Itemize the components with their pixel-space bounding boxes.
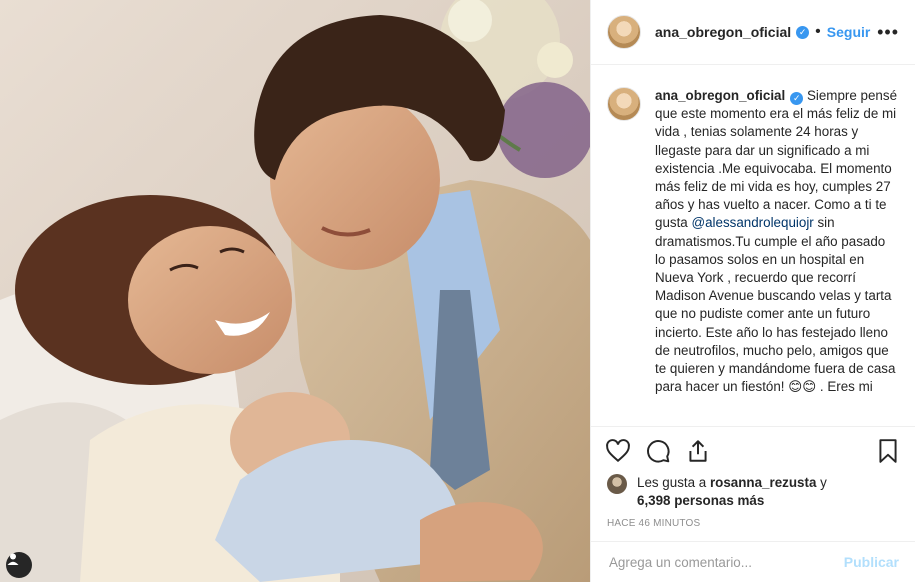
- caption-text: ana_obregon_oficial ✓ Siempre pensé que e…: [655, 87, 899, 426]
- username-link[interactable]: ana_obregon_oficial: [655, 24, 791, 40]
- avatar[interactable]: [607, 15, 641, 49]
- post-side-panel: ana_obregon_oficial ✓ • Seguir ••• ana_o…: [590, 0, 915, 582]
- more-options-icon[interactable]: •••: [877, 22, 899, 43]
- share-icon[interactable]: [685, 438, 711, 464]
- caption-block: ana_obregon_oficial ✓ Siempre pensé que e…: [591, 65, 915, 426]
- comment-bar: Publicar: [591, 541, 915, 582]
- comment-input[interactable]: [607, 553, 844, 571]
- bookmark-icon[interactable]: [875, 438, 901, 464]
- liker-avatar[interactable]: [607, 474, 627, 494]
- post-header: ana_obregon_oficial ✓ • Seguir •••: [591, 0, 915, 65]
- separator-dot: •: [815, 23, 821, 40]
- heart-icon[interactable]: [605, 438, 631, 464]
- publish-button[interactable]: Publicar: [844, 554, 899, 570]
- caption-avatar[interactable]: [607, 87, 641, 121]
- caption-part-1: Siempre pensé que este momento era el má…: [655, 88, 898, 231]
- liker-username-link[interactable]: rosanna_rezusta: [710, 475, 816, 490]
- caption-part-2: sin dramatismos.Tu cumple el año pasado …: [655, 215, 896, 395]
- instagram-post: ana_obregon_oficial ✓ • Seguir ••• ana_o…: [0, 0, 915, 582]
- likes-text: Les gusta a rosanna_rezusta y 6,398 pers…: [637, 474, 827, 510]
- verified-badge-icon: ✓: [790, 91, 804, 105]
- comment-icon[interactable]: [645, 438, 671, 464]
- likes-prefix: Les gusta a: [637, 475, 710, 490]
- caption-username-link[interactable]: ana_obregon_oficial: [655, 88, 785, 103]
- likes-middle: y: [816, 475, 827, 490]
- follow-button[interactable]: Seguir: [827, 24, 871, 40]
- verified-badge-icon: ✓: [796, 25, 810, 39]
- post-photo[interactable]: [0, 0, 590, 582]
- photo-illustration: [0, 0, 590, 582]
- likes-count-link[interactable]: 6,398 personas más: [637, 493, 764, 508]
- action-bar: [591, 426, 915, 474]
- post-timestamp[interactable]: HACE 46 MINUTOS: [591, 510, 915, 529]
- likes-summary: Les gusta a rosanna_rezusta y 6,398 pers…: [591, 474, 915, 510]
- user-tag-icon[interactable]: [6, 552, 32, 578]
- user-tag-glyph: [7, 553, 19, 565]
- caption-mention-link[interactable]: @alessandrolequiojr: [691, 215, 813, 230]
